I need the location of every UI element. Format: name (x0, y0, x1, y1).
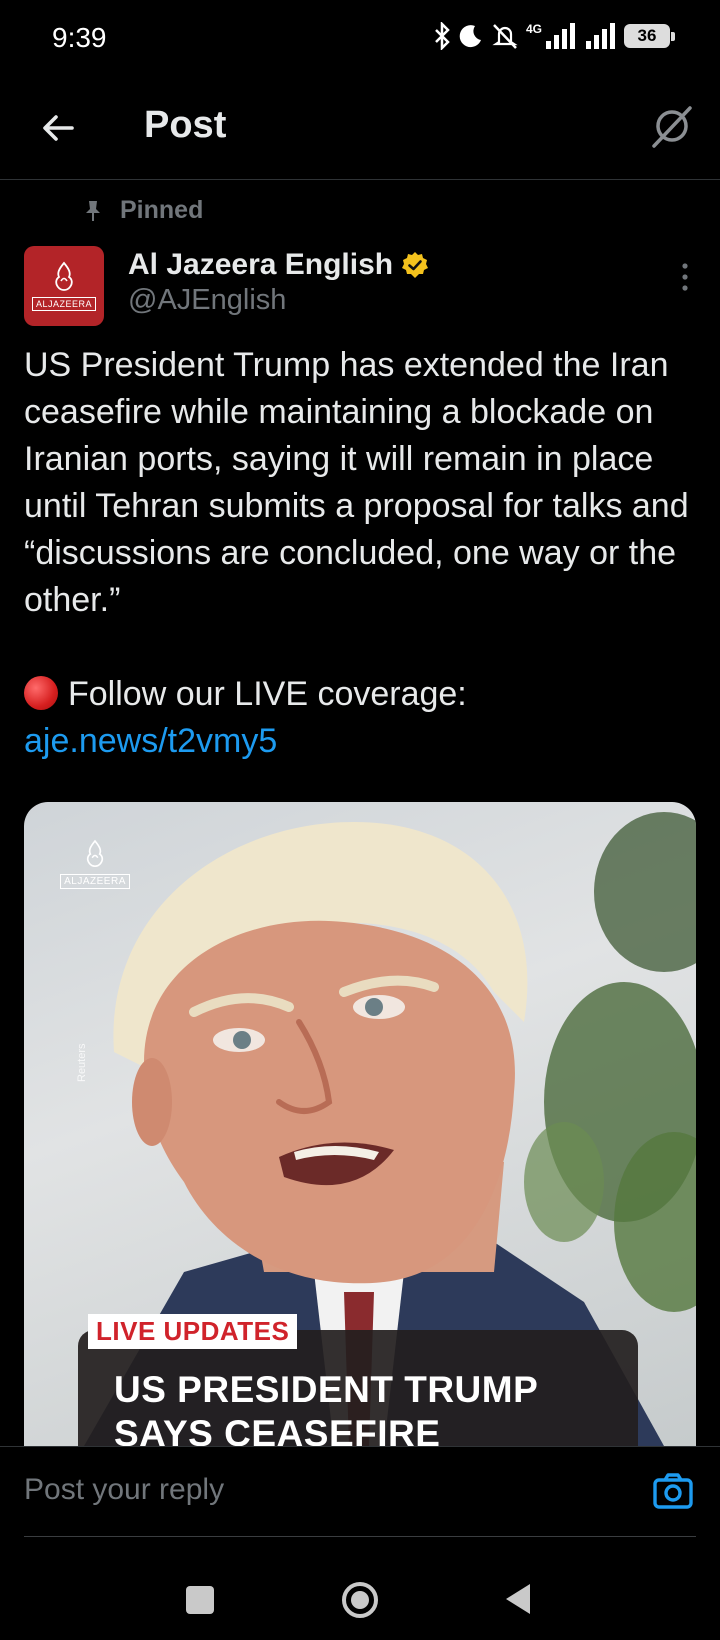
camera-icon[interactable] (652, 1471, 694, 1511)
avatar[interactable]: ALJAZEERA (24, 246, 104, 326)
avatar-wordmark: ALJAZEERA (31, 297, 97, 311)
verified-badge-icon (402, 252, 429, 278)
status-time: 9:39 (52, 22, 107, 53)
pin-icon (86, 200, 100, 221)
signal-icon (546, 23, 575, 49)
aljazeera-logo-icon (86, 839, 104, 868)
grok-icon[interactable] (648, 104, 694, 150)
arrow-left-icon[interactable] (38, 108, 78, 148)
media-logo-wordmark: ALJAZEERA (60, 874, 130, 889)
red-circle-icon (24, 676, 58, 710)
photo-credit: Reuters (76, 1043, 88, 1082)
recents-button[interactable] (186, 1586, 214, 1614)
status-icons: 4G 36 (432, 22, 675, 50)
moon-icon (459, 25, 481, 48)
photo-credit-text: Reuters (76, 1043, 88, 1082)
bluetooth-icon (435, 22, 450, 50)
media-logo: ALJAZEERA (60, 838, 130, 889)
author-name[interactable]: Al Jazeera English (128, 248, 429, 282)
media-headline: US PRESIDENT TRUMP SAYS CEASEFIRE (114, 1369, 538, 1446)
muted-bell-icon (492, 24, 518, 49)
network-type: 4G (525, 22, 542, 36)
live-link[interactable]: aje.news/t2vmy5 (24, 722, 277, 760)
page-title: Post (144, 104, 227, 146)
live-coverage-line: Follow our LIVE coverage: aje.news/t2vmy… (24, 671, 696, 765)
pinned-indicator: Pinned (84, 196, 203, 225)
post-text: US President Trump has extended the Iran… (24, 346, 689, 619)
reply-bar (0, 1446, 720, 1538)
system-nav-bar (0, 1540, 720, 1640)
more-vertical-icon[interactable] (680, 262, 690, 292)
live-updates-tag: LIVE UPDATES (88, 1314, 298, 1349)
signal-2-icon (586, 23, 615, 49)
reply-input[interactable] (24, 1473, 584, 1507)
live-prefix: Follow our LIVE coverage: (68, 675, 467, 713)
pinned-label: Pinned (120, 196, 204, 224)
author-handle[interactable]: @AJEnglish (128, 284, 286, 317)
home-button-icon[interactable] (340, 1580, 380, 1620)
aljazeera-logo-icon (55, 261, 73, 291)
post-body: US President Trump has extended the Iran… (24, 342, 696, 765)
battery-indicator: 36 (624, 24, 675, 48)
post-media-image[interactable]: ALJAZEERA Reuters LIVE UPDATES US PRESID… (24, 802, 696, 1446)
author-name-text: Al Jazeera English (128, 248, 394, 281)
back-triangle-icon[interactable] (504, 1582, 532, 1616)
reply-divider (24, 1536, 696, 1537)
post-header: Post (0, 80, 720, 180)
status-bar: 9:39 4G 36 (0, 0, 720, 80)
